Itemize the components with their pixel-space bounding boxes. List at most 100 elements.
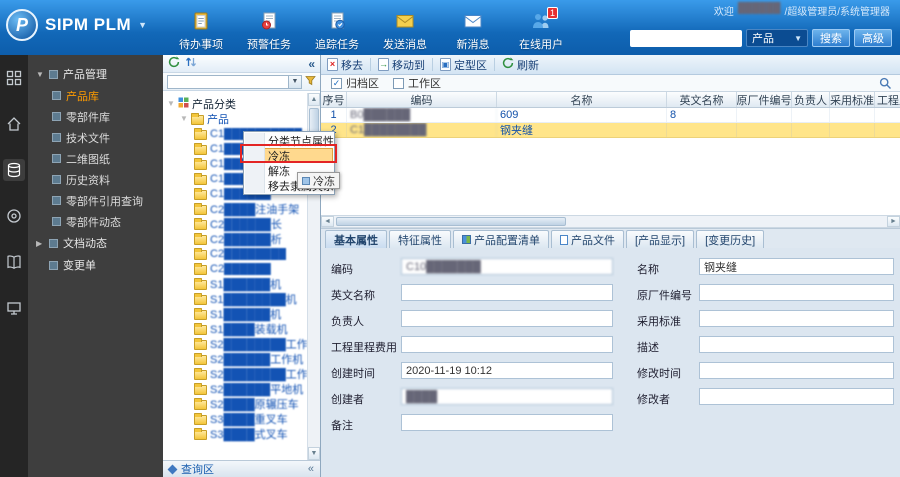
collapse-panel-icon[interactable]: « [308,463,314,475]
modifier-field[interactable] [699,388,894,405]
scroll-up-icon[interactable]: ▲ [308,93,320,106]
scroll-left-icon[interactable]: ◄ [321,216,334,227]
home-icon[interactable] [3,113,25,135]
tree-parent-node[interactable]: ▼ 产品 [163,111,307,126]
column-header[interactable]: 英文名称 [667,92,737,107]
tree-item[interactable]: S2██████工作机 [163,351,307,366]
expand-open-icon[interactable]: ▼ [167,99,175,108]
search-input[interactable] [630,29,742,47]
sort-icon[interactable] [185,56,197,71]
tree-item[interactable]: S2██████平地机 [163,381,307,396]
tree-item[interactable]: C2████████ [163,246,307,261]
modified-time-field[interactable] [699,362,894,379]
logo-dropdown-caret-icon[interactable]: ▼ [138,20,147,30]
expand-open-icon[interactable]: ▼ [180,114,188,123]
app-logo[interactable]: P SIPM PLM ▼ [6,9,147,41]
table-row-selected[interactable]: 2 C1████████ 钢夹缝 [321,123,900,138]
tree-item[interactable]: S1████████机 [163,291,307,306]
nav-section-product-management[interactable]: ▼ 产品管理 [28,63,163,85]
english-name-field[interactable] [401,284,613,301]
standard-field[interactable] [699,310,894,327]
tree-item[interactable]: S1██████机 [163,276,307,291]
tree-item[interactable]: S1████装载机 [163,321,307,336]
nav-item[interactable]: 零部件动态 [28,211,163,232]
nav-item[interactable]: 二维图纸 [28,148,163,169]
work-zone-checkbox[interactable]: 工作区 [393,75,441,91]
fix-zone-button[interactable]: ▣ 定型区 [440,57,487,73]
refresh-icon[interactable] [168,56,180,71]
refresh-button[interactable]: 刷新 [502,57,539,73]
column-header[interactable]: 名称 [497,92,667,107]
collapse-panel-icon[interactable]: « [308,58,315,70]
tab-product-bom[interactable]: 产品配置清单 [453,230,549,248]
search-icon[interactable] [879,77,892,93]
column-header[interactable]: 序号 [321,92,347,107]
tab-product-files[interactable]: 产品文件 [551,230,624,248]
tree-item[interactable]: C2██████ [163,261,307,276]
nav-item[interactable]: 技术文件 [28,127,163,148]
chevron-down-icon[interactable]: ▼ [288,75,301,88]
nav-section-document-activity[interactable]: ▶ 文档动态 [28,232,163,254]
tree-root-node[interactable]: ▼ 产品分类 [163,96,307,111]
column-header[interactable]: 原厂件编号 [737,92,792,107]
nav-item[interactable]: 零部件引用查询 [28,190,163,211]
tab-basic-properties[interactable]: 基本属性 [325,230,387,248]
tree-item[interactable]: C2████注油手架 [163,201,307,216]
todo-items-button[interactable]: 待办事项 [172,11,230,52]
database-icon[interactable] [3,159,25,181]
tree-item[interactable]: S3████重叉车 [163,411,307,426]
remarks-field[interactable] [401,414,613,431]
tree-item[interactable]: S2████原辗压车 [163,396,307,411]
scrollbar-thumb[interactable] [336,217,566,226]
scroll-right-icon[interactable]: ► [887,216,900,227]
tab-feature-properties[interactable]: 特征属性 [389,230,451,248]
description-field[interactable] [699,336,894,353]
table-horizontal-scrollbar[interactable]: ◄ ► [321,215,900,228]
tree-item[interactable]: C2██████析 [163,231,307,246]
advanced-search-button[interactable]: 高级 [854,29,892,47]
table-row[interactable]: 1 B0██████ 609 8 [321,108,900,123]
remove-button[interactable]: × 移去 [327,57,363,73]
filter-icon[interactable] [305,75,316,89]
search-category-select[interactable]: 产品 ▼ [746,29,808,47]
alert-tasks-button[interactable]: 预警任务 [240,11,298,52]
column-header[interactable]: 编码 [347,92,497,107]
checkbox-checked-icon[interactable]: ✓ [331,77,342,89]
nav-section-change-order[interactable]: 变更单 [28,254,163,276]
apps-icon[interactable] [3,67,25,89]
send-message-button[interactable]: 发送消息 [376,11,434,52]
column-header[interactable]: 采用标准 [830,92,875,107]
nav-item[interactable]: 产品库 [28,85,163,106]
tree-item[interactable]: S2████████工作机 [163,366,307,381]
nav-item[interactable]: 历史资料 [28,169,163,190]
tab-product-display[interactable]: [产品显示] [626,230,695,248]
milestone-cost-field[interactable] [401,336,613,353]
move-to-button[interactable]: → 移动到 [378,57,425,73]
online-users-button[interactable]: 1 在线用户 [512,7,570,52]
book-icon[interactable] [3,251,25,273]
column-header[interactable]: 工程里程碑 [875,92,900,107]
monitor-icon[interactable] [3,297,25,319]
tree-item[interactable]: S3████式叉车 [163,426,307,441]
created-time-field[interactable]: 2020-11-19 10:12 [401,362,613,379]
nav-item[interactable]: 零部件库 [28,106,163,127]
context-menu-item[interactable]: 冷冻 [245,148,333,163]
tree-item[interactable]: C2██████长 [163,216,307,231]
compass-icon[interactable] [3,205,25,227]
tree-item[interactable]: S2████████工作机 [163,336,307,351]
column-header[interactable]: 负责人 [792,92,830,107]
oem-number-field[interactable] [699,284,894,301]
query-zone-tab[interactable]: 查询区 « [163,460,320,477]
code-field[interactable]: C10███████ [401,258,613,275]
checkbox-unchecked-icon[interactable] [393,77,404,89]
name-field[interactable]: 钢夹缝 [699,258,894,275]
search-button[interactable]: 搜索 [812,29,850,47]
tab-change-history[interactable]: [变更历史] [696,230,765,248]
new-message-button[interactable]: 新消息 [444,11,502,52]
creator-field[interactable]: ████ [401,388,613,405]
tree-item[interactable]: S1██████机 [163,306,307,321]
archive-zone-checkbox[interactable]: ✓ 归档区 [331,75,379,91]
tree-filter-combobox[interactable]: ▼ [167,74,302,89]
owner-field[interactable] [401,310,613,327]
track-tasks-button[interactable]: 追踪任务 [308,11,366,52]
